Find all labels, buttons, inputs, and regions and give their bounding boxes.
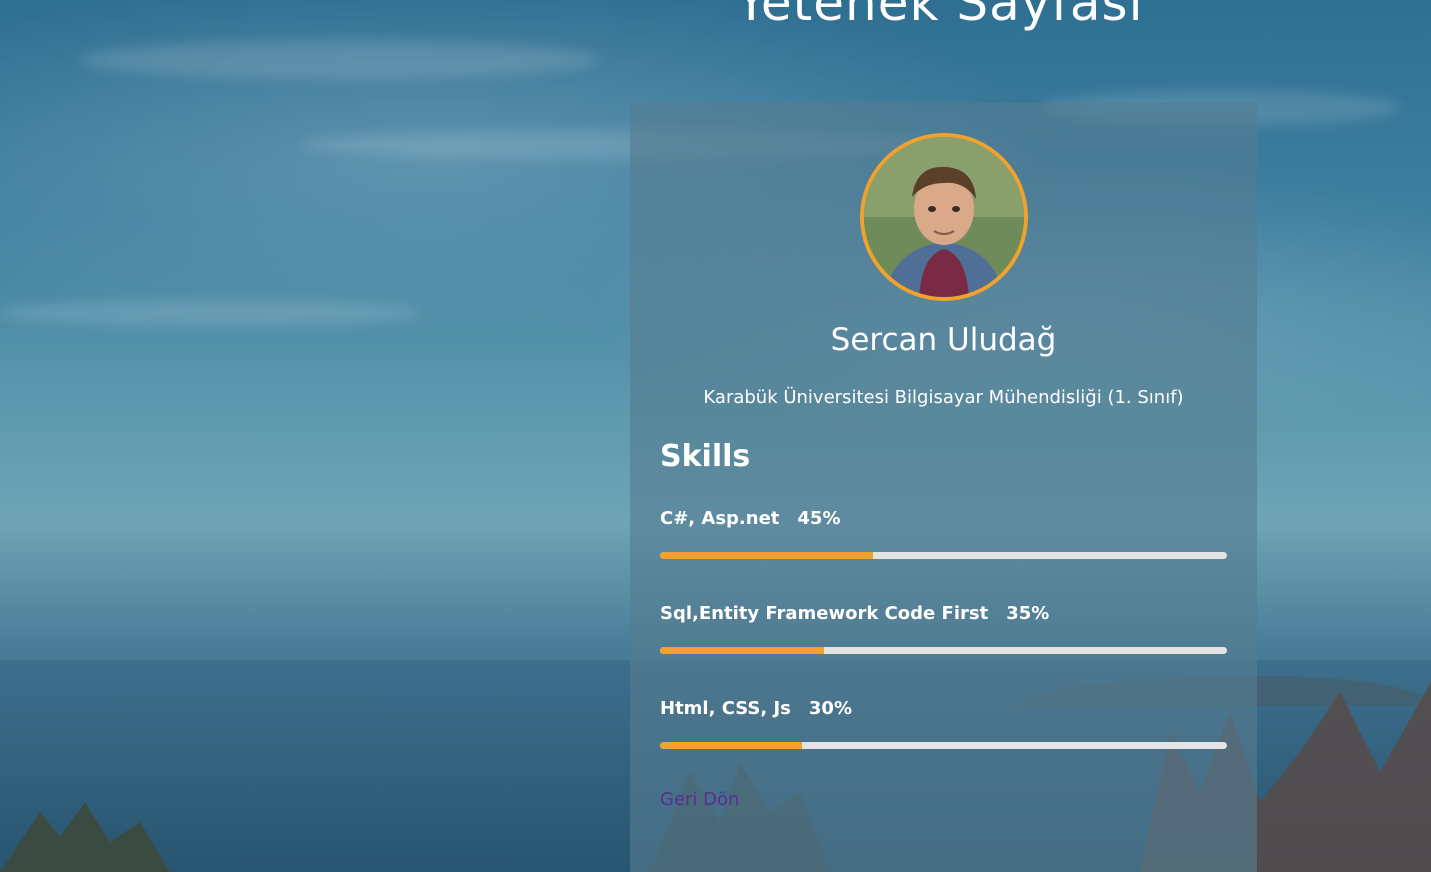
skill-label: Sql,Entity Framework Code First 35% <box>660 603 1227 624</box>
skill-item: C#, Asp.net 45% <box>660 508 1227 559</box>
skill-progress-bar <box>660 647 1227 654</box>
avatar-portrait <box>864 137 1024 297</box>
profile-card: Sercan Uludağ Karabük Üniversitesi Bilgi… <box>630 103 1257 872</box>
profile-school: Karabük Üniversitesi Bilgisayar Mühendis… <box>703 387 1184 408</box>
skill-percent: 35% <box>1006 603 1050 624</box>
skill-label: C#, Asp.net 45% <box>660 508 1227 529</box>
skill-progress-fill <box>660 647 825 654</box>
skill-percent: 30% <box>808 698 852 719</box>
skills-heading: Skills <box>660 439 751 474</box>
page-title: Yetenek Sayfası <box>736 0 1144 32</box>
skill-progress-fill <box>660 552 873 559</box>
skill-item: Html, CSS, Js 30% <box>660 698 1227 749</box>
back-link[interactable]: Geri Dön <box>660 789 739 810</box>
skill-progress-fill <box>660 742 802 749</box>
skill-label: Html, CSS, Js 30% <box>660 698 1227 719</box>
skill-percent: 45% <box>797 508 841 529</box>
skill-item: Sql,Entity Framework Code First 35% <box>660 603 1227 654</box>
skill-name: Sql,Entity Framework Code First <box>660 603 989 624</box>
profile-name: Sercan Uludağ <box>830 322 1057 358</box>
avatar <box>860 133 1028 301</box>
sky-cloud <box>0 300 420 326</box>
sky-cloud <box>80 40 600 80</box>
skill-name: Html, CSS, Js <box>660 698 791 719</box>
skill-progress-bar <box>660 552 1227 559</box>
skill-progress-bar <box>660 742 1227 749</box>
skill-name: C#, Asp.net <box>660 508 780 529</box>
